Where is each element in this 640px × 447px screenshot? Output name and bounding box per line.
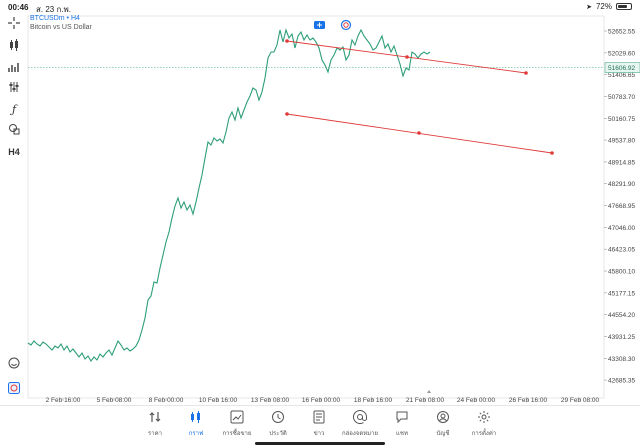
chart-icon <box>191 411 200 423</box>
price-axis-label: 51406.65 <box>608 72 635 79</box>
settings-icon <box>478 411 490 423</box>
price-axis-label: 44554.20 <box>608 312 635 319</box>
time-axis-label: 24 Feb 00:00 <box>457 397 496 404</box>
time-axis-label: 26 Feb 16:00 <box>509 397 548 404</box>
time-axis-label: 13 Feb 08:00 <box>251 397 290 404</box>
symbol-name: BTCUSDm • H4 <box>30 15 80 22</box>
one-click-trading-icon[interactable] <box>340 19 352 31</box>
nav-tab-chat[interactable]: แชท <box>382 410 422 438</box>
price-axis-label: 43308.30 <box>608 356 635 363</box>
battery-percent: 72% <box>595 2 612 11</box>
nav-tab-label: ประวัติ <box>269 431 287 437</box>
time-axis-label: 16 Feb 00:00 <box>302 397 341 404</box>
price-axis-label: 47668.95 <box>608 203 635 210</box>
time-axis-label: 2 Feb 16:00 <box>46 397 81 404</box>
trendline-lower-anchor[interactable] <box>285 112 289 116</box>
price-chart[interactable]: 52652.55 52029.60 51406.65 50783.70 50160.75… <box>0 14 640 404</box>
current-price-label: 51606.92 <box>608 65 635 72</box>
indicators-icon[interactable] <box>4 58 24 76</box>
trendline-upper-anchor[interactable] <box>285 39 289 43</box>
location-icon: ➤ <box>586 3 592 11</box>
trendline-upper-anchor[interactable] <box>405 55 409 59</box>
status-bar: 00:46 ส. 23 ก.พ. ➤ 72% <box>0 0 640 14</box>
nav-tab-label: บัญชี <box>436 431 450 437</box>
nav-tab-history[interactable]: ประวัติ <box>258 410 298 438</box>
fibonacci-icon[interactable]: ƒ <box>4 100 24 118</box>
symbol-description: Bitcoin vs US Dollar <box>30 24 92 31</box>
quotes-icon <box>149 412 161 422</box>
nav-tab-label: กราฟ <box>188 431 204 437</box>
battery-fill <box>618 5 627 8</box>
price-axis-label: 42685.35 <box>608 378 635 385</box>
price-axis-label: 48914.85 <box>608 159 635 166</box>
trade-icon <box>230 410 244 424</box>
status-right: ➤ 72% <box>586 2 632 11</box>
trendline-lower-anchor[interactable] <box>417 131 421 135</box>
plot-frame <box>27 15 605 399</box>
status-time: 00:46 <box>8 3 29 12</box>
trade-app-icon[interactable] <box>4 379 24 397</box>
trendline-lower-anchor[interactable] <box>550 151 554 155</box>
chat-icon <box>396 411 408 424</box>
account-icon <box>437 411 449 423</box>
nav-tab-mailbox[interactable]: กล่องจดหมาย <box>340 410 380 438</box>
price-axis-label: 52029.60 <box>608 50 635 57</box>
crosshair-icon[interactable] <box>4 14 24 32</box>
shapes-icon[interactable] <box>4 120 24 138</box>
nav-tab-settings[interactable]: การตั้งค่า <box>464 410 504 438</box>
nav-tab-account[interactable]: บัญชี <box>423 410 463 438</box>
nav-tab-news[interactable]: ข่าว <box>299 410 339 438</box>
symbol-title: BTCUSDm • H4 Bitcoin vs US Dollar <box>30 14 92 32</box>
trendline-upper-anchor[interactable] <box>524 71 528 75</box>
one-click-trading-inner <box>343 22 349 28</box>
timeframe-button[interactable]: H4 <box>4 143 24 161</box>
history-icon <box>272 411 284 423</box>
objects-icon[interactable] <box>4 78 24 96</box>
nav-tab-label: การซื้อขาย <box>222 431 252 437</box>
time-axis-label: 29 Feb 08:00 <box>561 397 600 404</box>
mailbox-icon <box>353 410 367 424</box>
price-axis-label: 43931.25 <box>608 334 635 341</box>
smile-icon[interactable] <box>4 354 24 372</box>
bottom-navigation: ราคา กราฟ การซื้อขาย ประวัติ ข่าว กล่องจดหมาย… <box>0 405 640 447</box>
nav-tab-quotes[interactable]: ราคา <box>135 410 175 438</box>
price-axis-label: 52652.55 <box>608 29 635 36</box>
price-axis-label: 47046.00 <box>608 225 635 232</box>
price-axis-label: 45800.10 <box>608 269 635 276</box>
time-axis-label: 5 Feb 08:00 <box>97 397 132 404</box>
nav-tab-label: การตั้งค่า <box>471 431 497 437</box>
nav-tab-label: กล่องจดหมาย <box>341 431 379 437</box>
time-axis-label: 8 Feb 00:00 <box>149 397 184 404</box>
time-axis-label: 10 Feb 16:00 <box>199 397 238 404</box>
price-axis-label: 50160.75 <box>608 116 635 123</box>
nav-tab-label: ราคา <box>148 431 162 437</box>
nav-tab-chart[interactable]: กราฟ <box>176 410 216 438</box>
price-axis-label: 50783.70 <box>608 94 635 101</box>
drawing-toolbar: ƒ H4 <box>0 14 28 404</box>
news-icon <box>313 410 325 424</box>
nav-tab-trade[interactable]: การซื้อขาย <box>217 410 257 438</box>
home-indicator <box>255 442 385 445</box>
candlestick-icon[interactable] <box>4 36 24 54</box>
nav-tab-label: แชท <box>396 431 408 437</box>
price-series-line <box>27 28 431 362</box>
price-axis-label: 48291.90 <box>608 181 635 188</box>
nav-tab-label: ข่าว <box>313 431 325 437</box>
battery-icon <box>616 3 632 10</box>
price-axis-label: 49537.80 <box>608 138 635 145</box>
time-axis-label: 21 Feb 08:00 <box>406 397 445 404</box>
time-axis-label: 18 Feb 16:00 <box>354 397 393 404</box>
price-axis-label: 46423.05 <box>608 247 635 254</box>
time-scroll-marker-icon[interactable] <box>427 390 431 393</box>
price-axis-label: 45177.15 <box>608 290 635 297</box>
